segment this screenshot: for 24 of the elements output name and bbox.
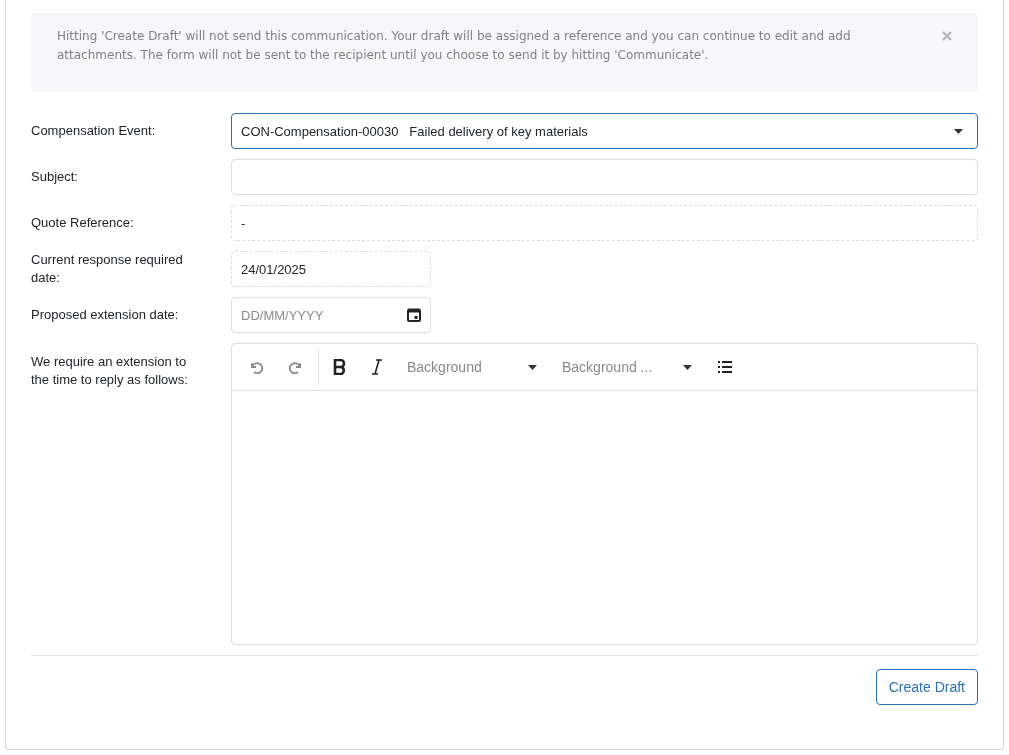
create-draft-button[interactable]: Create Draft	[875, 669, 978, 705]
field-label: Quote Reference:	[31, 214, 135, 232]
bold-icon[interactable]	[333, 359, 347, 375]
date-field[interactable]: DD/MM/YYYY	[231, 297, 431, 333]
readonly-field: -	[231, 205, 978, 241]
field-label: Current response required date:	[31, 251, 184, 287]
italic-icon[interactable]	[371, 359, 383, 375]
toolbar-dropdown[interactable]: Background	[407, 359, 537, 375]
field-label: Compensation Event:	[31, 122, 157, 140]
calendar-icon[interactable]	[407, 308, 421, 322]
caret-icon	[954, 128, 963, 134]
toolbar-dropdown[interactable]: Background ...	[562, 359, 692, 375]
bullet-list-icon[interactable]	[717, 360, 733, 374]
field-label: We require an extension to the time to reply as follows:	[31, 353, 189, 389]
caret-icon	[683, 364, 692, 370]
input-field[interactable]	[231, 159, 978, 195]
caret-icon	[528, 364, 537, 370]
select-field[interactable]: CON-Compensation-00030 Failed delivery of key materials	[231, 113, 978, 149]
field-label: Proposed extension date:	[31, 306, 180, 324]
redo-icon[interactable]	[288, 359, 304, 375]
field-label: Subject:	[31, 168, 79, 186]
undo-icon[interactable]	[248, 359, 264, 375]
alert-message: Hitting 'Create Draft' will not send this communication. Your draft will be assigned a reference and you can continue to edit and add attachments. The form will not be sent to the recipient until you choose to send it by hitting 'Communicate'.	[57, 28, 852, 64]
readonly-date-field: 24/01/2025	[231, 251, 431, 287]
